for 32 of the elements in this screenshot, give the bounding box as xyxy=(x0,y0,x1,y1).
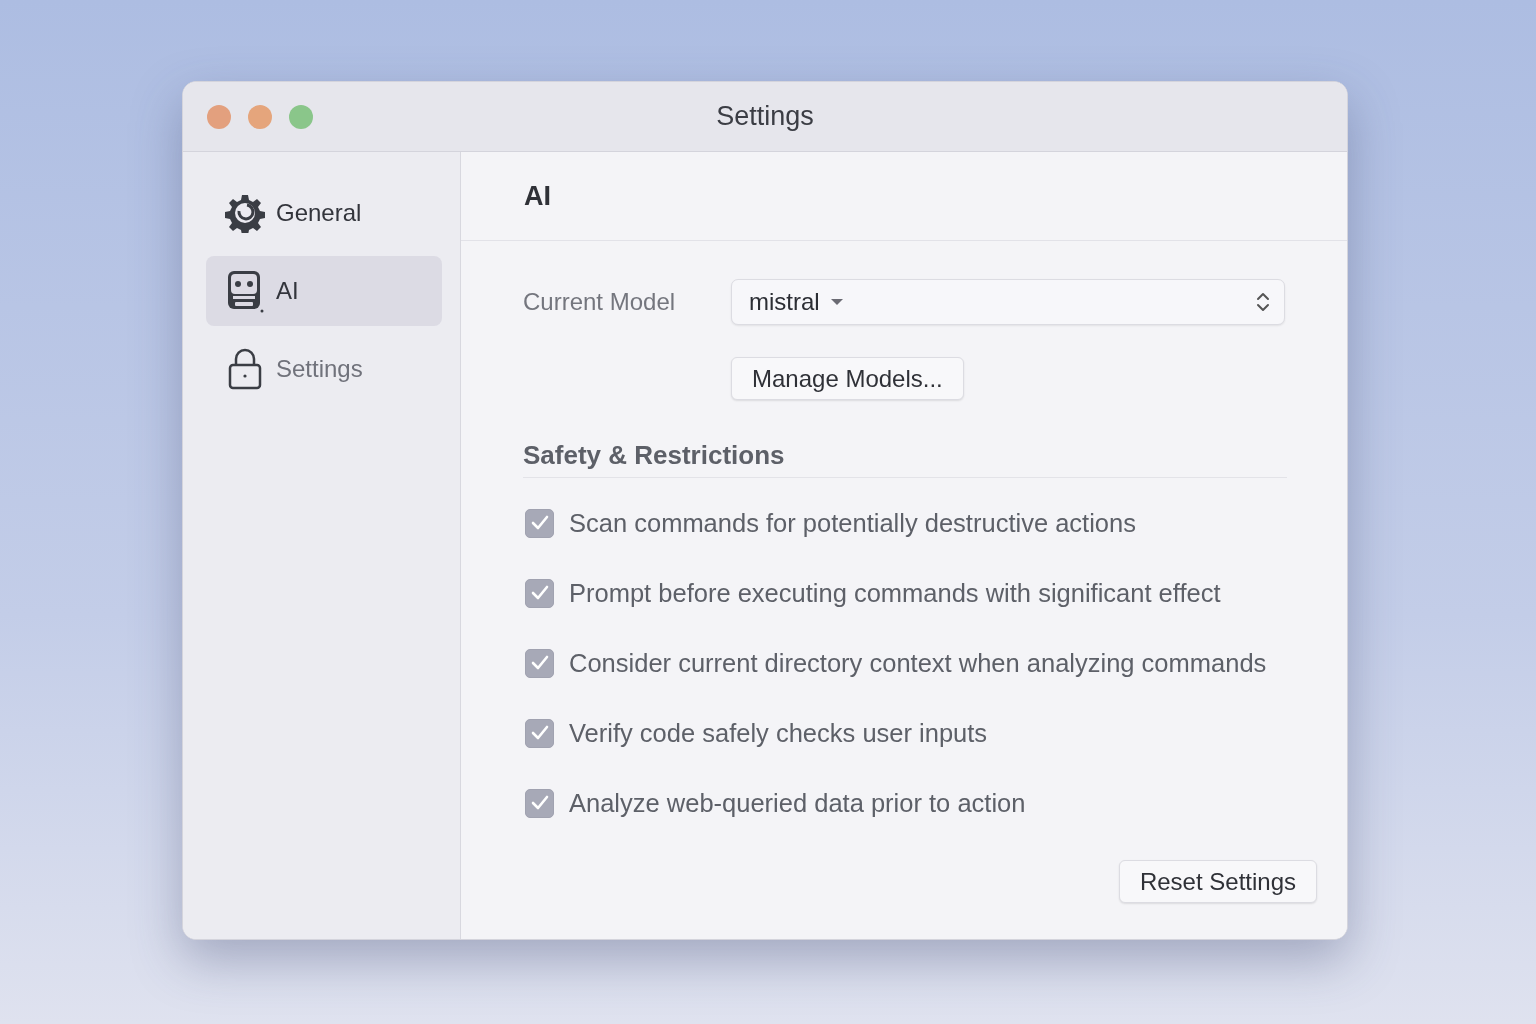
checkbox-label: Consider current directory context when analyzing commands xyxy=(569,648,1267,678)
reset-settings-button[interactable]: Reset Settings xyxy=(1118,860,1317,903)
lock-icon xyxy=(227,348,263,390)
sidebar-item[interactable]: AI xyxy=(206,256,442,326)
zoom-button[interactable] xyxy=(289,104,313,129)
manage-models-button[interactable]: Manage Models... xyxy=(731,357,964,400)
checkbox-label: Prompt before executing commands with significant effect xyxy=(569,578,1221,608)
close-button[interactable] xyxy=(207,104,231,129)
stepper-icon xyxy=(1256,291,1270,313)
checkbox[interactable] xyxy=(525,578,554,608)
gear-icon xyxy=(225,193,265,233)
checkbox-label: Scan commands for potentially destructive actions xyxy=(569,508,1136,538)
checkmark-icon xyxy=(530,515,549,531)
checkbox[interactable] xyxy=(525,508,554,538)
caret-icon xyxy=(829,298,844,306)
field-label: Current Model xyxy=(523,288,677,316)
page-title: AI xyxy=(461,152,1347,241)
robot-icon xyxy=(225,269,265,313)
section-heading: Safety & Restrictions xyxy=(523,440,1287,478)
checkmark-icon xyxy=(530,585,549,601)
checkmark-icon xyxy=(530,795,549,811)
checkbox[interactable] xyxy=(525,648,554,678)
checkbox[interactable] xyxy=(525,788,554,818)
checkbox-label: Analyze web-queried data prior to action xyxy=(569,788,1026,818)
window-title: Settings xyxy=(716,101,814,132)
minimize-button[interactable] xyxy=(248,104,272,129)
checkmark-icon xyxy=(530,655,549,671)
checkbox-label: Verify code safely checks user inputs xyxy=(569,718,988,748)
sidebar-item[interactable]: General xyxy=(206,178,442,248)
checkbox[interactable] xyxy=(525,718,554,748)
model-select[interactable]: mistral xyxy=(731,279,1285,325)
checkmark-icon xyxy=(530,725,549,741)
